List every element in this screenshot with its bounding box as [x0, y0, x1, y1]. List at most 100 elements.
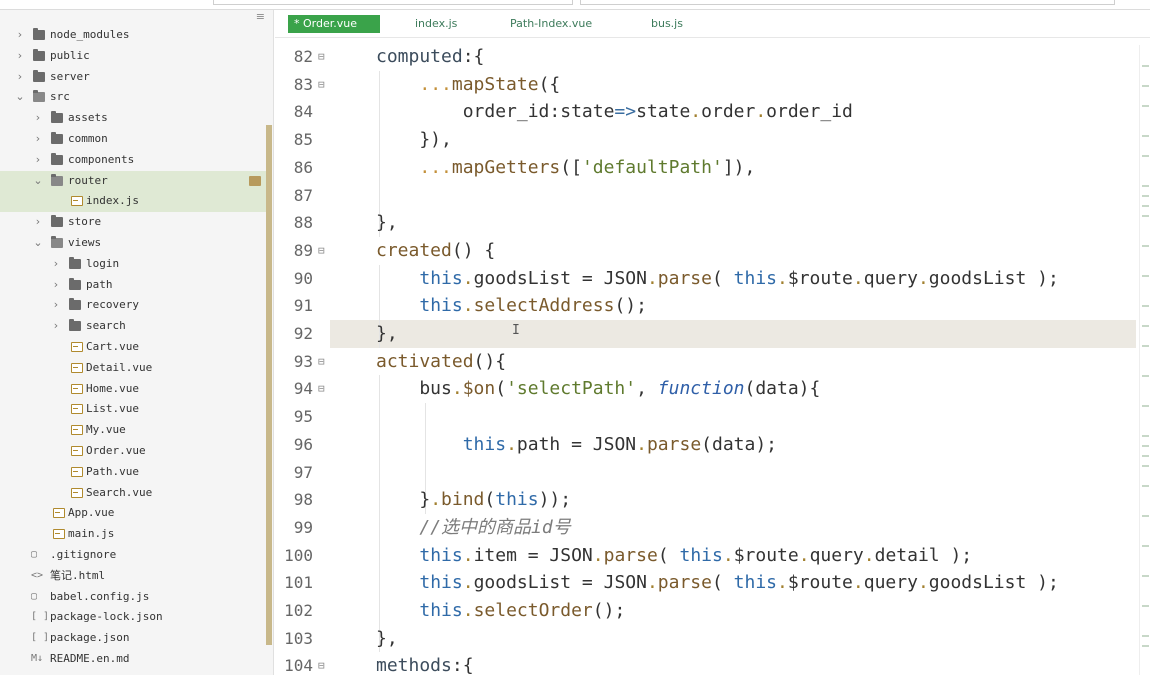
code-line[interactable]: this.goodsList = JSON.parse( this.$route…: [376, 265, 1058, 293]
folder-icon: [51, 131, 63, 144]
line-number: 84: [293, 102, 313, 122]
tree-item[interactable]: › common: [0, 129, 266, 150]
tree-item-label: assets: [68, 111, 108, 125]
code-line[interactable]: this.path = JSON.parse(data);: [376, 431, 777, 459]
line-number: 94: [293, 379, 313, 399]
fold-toggle-icon[interactable]: ⊟: [318, 43, 328, 71]
code-line[interactable]: this.goodsList = JSON.parse( this.$route…: [376, 569, 1058, 597]
chevron-right-icon[interactable]: ›: [50, 275, 62, 296]
tree-item[interactable]: › search: [0, 316, 266, 337]
chevron-right-icon[interactable]: ›: [50, 254, 62, 275]
tree-item[interactable]: index.js: [0, 191, 266, 213]
code-line[interactable]: this.selectAddress();: [376, 292, 647, 320]
chevron-down-icon[interactable]: ⌄: [32, 233, 44, 254]
minimap-mark: [1142, 485, 1149, 487]
chevron-right-icon[interactable]: ›: [14, 67, 26, 88]
file-icon: [71, 487, 83, 498]
code-line[interactable]: //选中的商品id号: [376, 514, 570, 542]
code-line[interactable]: ...mapState({: [376, 71, 560, 99]
minimap-mark: [1142, 645, 1149, 647]
fold-toggle-icon[interactable]: ⊟: [318, 237, 328, 265]
tree-item[interactable]: ⌄ views: [0, 233, 266, 254]
tree-item[interactable]: Search.vue: [0, 483, 266, 504]
code-area[interactable]: computed:{ ...mapState({ order_id:state=…: [333, 43, 1143, 675]
fold-toggle-icon[interactable]: ⊟: [318, 71, 328, 99]
code-line[interactable]: computed:{: [376, 43, 484, 71]
tree-item[interactable]: Home.vue: [0, 379, 266, 400]
file-icon: [71, 196, 83, 207]
code-line[interactable]: methods:{: [376, 652, 474, 675]
code-line[interactable]: },: [376, 320, 398, 348]
chevron-right-icon[interactable]: ›: [14, 46, 26, 67]
folder-action-icon[interactable]: [249, 175, 261, 186]
tree-item[interactable]: ▢ .gitignore: [0, 545, 266, 566]
chevron-down-icon[interactable]: ⌄: [32, 171, 44, 192]
chevron-down-icon[interactable]: ⌄: [14, 87, 26, 108]
chevron-right-icon[interactable]: ›: [32, 150, 44, 171]
tree-item[interactable]: › public: [0, 46, 266, 67]
tree-item[interactable]: App.vue: [0, 503, 266, 524]
tree-item[interactable]: List.vue: [0, 399, 266, 420]
text-cursor-icon: I: [512, 323, 520, 338]
chevron-right-icon[interactable]: ›: [50, 316, 62, 337]
chevron-right-icon[interactable]: ›: [32, 108, 44, 129]
tree-item[interactable]: › server: [0, 67, 266, 88]
tree-item[interactable]: › login: [0, 254, 266, 275]
fold-toggle-icon[interactable]: ⊟: [318, 348, 328, 376]
sidebar-menu-icon[interactable]: ≡: [256, 10, 265, 23]
tree-item[interactable]: › store: [0, 212, 266, 233]
tree-item[interactable]: Detail.vue: [0, 358, 266, 379]
tab-bus-js[interactable]: bus.js: [645, 15, 689, 33]
code-line[interactable]: },: [376, 209, 398, 237]
tree-item[interactable]: M↓ README.en.md: [0, 649, 266, 670]
code-line[interactable]: activated(){: [376, 348, 506, 376]
code-line[interactable]: this.selectOrder();: [376, 597, 625, 625]
folder-icon: [51, 111, 63, 124]
sidebar-scrollbar[interactable]: [266, 125, 272, 645]
tree-item-label: babel.config.js: [50, 589, 150, 603]
minimap-mark: [1142, 345, 1149, 347]
tree-item[interactable]: main.js: [0, 524, 266, 545]
toolbar-field-left[interactable]: [213, 0, 573, 5]
tree-item[interactable]: <> 笔记.html: [0, 566, 266, 587]
minimap-mark: [1142, 635, 1149, 637]
tree-item[interactable]: › components: [0, 150, 266, 171]
tree-item[interactable]: Order.vue: [0, 441, 266, 462]
tab-path-index-vue[interactable]: Path-Index.vue: [504, 15, 598, 33]
json-file-icon: [ ]: [31, 611, 50, 623]
code-line[interactable]: order_id:state=>state.order.order_id: [376, 98, 853, 126]
tree-item[interactable]: ▢ babel.config.js: [0, 587, 266, 608]
tree-item-label: package-lock.json: [50, 610, 163, 624]
tree-item[interactable]: [ ] package-lock.json: [0, 607, 266, 628]
tree-item[interactable]: [ ] package.json: [0, 628, 266, 649]
tree-item[interactable]: Path.vue: [0, 462, 266, 483]
chevron-right-icon[interactable]: ›: [32, 212, 44, 233]
fold-toggle-icon[interactable]: ⊟: [318, 652, 328, 675]
chevron-right-icon[interactable]: ›: [14, 25, 26, 46]
tree-item[interactable]: ⌄ router: [0, 170, 266, 192]
tree-item[interactable]: Cart.vue: [0, 337, 266, 358]
minimap-mark: [1142, 375, 1149, 377]
tree-item-label: App.vue: [68, 506, 115, 520]
code-line[interactable]: },: [376, 625, 398, 653]
code-line[interactable]: }),: [376, 126, 452, 154]
tree-item[interactable]: › path: [0, 275, 266, 296]
code-line[interactable]: }.bind(this));: [376, 486, 571, 514]
code-line[interactable]: bus.$on('selectPath', function(data){: [376, 375, 820, 403]
toolbar-field-right[interactable]: [580, 0, 1115, 5]
fold-toggle-icon[interactable]: ⊟: [318, 375, 328, 403]
tree-item[interactable]: ⌄ src: [0, 87, 266, 108]
tree-item[interactable]: My.vue: [0, 420, 266, 441]
tree-item[interactable]: › node_modules: [0, 25, 266, 46]
code-line[interactable]: created() {: [376, 237, 495, 265]
tab-index-js[interactable]: index.js: [409, 15, 463, 33]
tree-item[interactable]: › recovery: [0, 295, 266, 316]
code-line[interactable]: this.item = JSON.parse( this.$route.quer…: [376, 542, 972, 570]
code-line[interactable]: ...mapGetters(['defaultPath']),: [376, 154, 755, 182]
chevron-right-icon[interactable]: ›: [32, 129, 44, 150]
tree-item-label: login: [86, 256, 120, 270]
editor-scrollbar[interactable]: [1139, 45, 1150, 675]
tree-item[interactable]: › assets: [0, 108, 266, 129]
tab-order-vue[interactable]: * Order.vue: [288, 15, 380, 33]
chevron-right-icon[interactable]: ›: [50, 295, 62, 316]
